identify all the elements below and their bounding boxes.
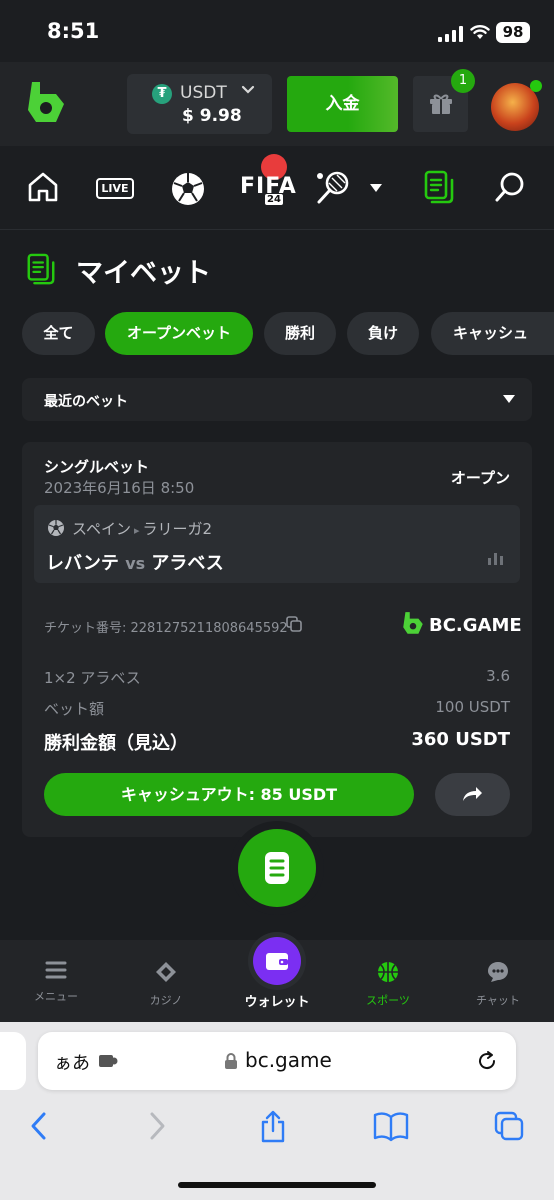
back-icon[interactable] — [28, 1110, 50, 1142]
share-icon[interactable] — [259, 1110, 287, 1144]
live-icon[interactable]: LIVE — [96, 178, 134, 199]
status-bar: 8:51 98 — [0, 0, 554, 62]
away-team: アラベス — [151, 553, 224, 574]
bookmarks-icon[interactable] — [373, 1110, 409, 1142]
cellular-signal-icon — [438, 26, 463, 42]
tabs-overview-icon[interactable] — [493, 1110, 525, 1142]
sports-basketball-icon — [378, 962, 398, 982]
gift-icon — [430, 94, 452, 114]
soccer-ball-icon[interactable] — [170, 171, 206, 207]
tab-menu[interactable]: メニュー — [16, 960, 96, 1004]
home-indicator — [178, 1182, 376, 1188]
dropdown-selected-value: 最近のベット — [44, 394, 128, 410]
bet-date: 2023年6月16日 8:50 — [44, 479, 195, 497]
caret-down-icon — [503, 395, 515, 403]
match-info[interactable]: スペイン ▸ ラリーガ2 レバンテ vs アラベス — [34, 505, 520, 583]
league-label: スペイン ▸ ラリーガ2 — [72, 518, 212, 539]
url-text: bc.game — [245, 1048, 332, 1072]
bet-status-badge: オープン — [450, 469, 510, 487]
battery-indicator: 98 — [496, 22, 530, 43]
chevron-down-icon — [241, 85, 255, 94]
online-status-dot — [530, 80, 542, 92]
gift-count-badge: 1 — [451, 69, 475, 93]
extension-puzzle-icon[interactable] — [98, 1053, 120, 1069]
stake-value: 100 USDT — [435, 698, 510, 716]
payout-label: 勝利金額（見込） — [44, 733, 188, 754]
tab-chat-label: チャット — [476, 994, 520, 1007]
home-team: レバンテ — [46, 553, 119, 574]
my-bets-title-icon — [27, 253, 55, 285]
share-bet-button[interactable] — [435, 773, 510, 816]
forward-icon[interactable] — [146, 1110, 168, 1142]
filter-won[interactable]: 勝利 — [264, 312, 336, 355]
sports-nav: LIVE FIFA 24 — [0, 146, 554, 230]
my-bets-icon[interactable] — [422, 170, 456, 206]
browser-toolbar: ぁあ bc.game — [0, 1022, 554, 1200]
tennis-racket-icon[interactable] — [315, 170, 351, 206]
usdt-coin-icon: ₮ — [152, 84, 172, 104]
payout-value: 360 USDT — [411, 729, 510, 750]
chat-bubble-icon — [488, 962, 508, 982]
breadcrumb-separator: ▸ — [133, 524, 140, 537]
tab-casino-label: カジノ — [149, 994, 183, 1007]
copy-icon[interactable] — [286, 616, 302, 632]
balance-amount: $ 9.98 — [182, 106, 242, 126]
filter-open-bets[interactable]: オープンベット — [105, 312, 253, 355]
tab-menu-label: メニュー — [34, 990, 78, 1003]
bc-game-logo-icon[interactable] — [26, 80, 66, 128]
bet-card: シングルベット 2023年6月16日 8:50 オープン スペイン ▸ ラリーガ2 … — [22, 442, 532, 837]
page-title: マイベット — [76, 258, 211, 289]
tab-sports[interactable]: スポーツ — [348, 960, 428, 1008]
lock-icon — [225, 1053, 237, 1069]
stats-bar-chart-icon[interactable] — [488, 551, 504, 565]
odds-value: 3.6 — [486, 667, 510, 685]
tab-casino[interactable]: カジノ — [126, 960, 206, 1008]
tab-sports-label: スポーツ — [366, 994, 410, 1007]
fifa-version-label: 24 — [265, 194, 283, 205]
ticket-number: チケット番号: 2281275211808645592 — [44, 621, 288, 636]
match-teams: レバンテ vs アラベス — [46, 549, 224, 575]
tab-chat[interactable]: チャット — [458, 960, 538, 1008]
filter-all[interactable]: 全て — [22, 312, 95, 355]
betslip-fab-button[interactable] — [238, 829, 316, 907]
home-icon[interactable] — [26, 170, 60, 204]
league-country: スペイン — [72, 520, 131, 538]
market-label: 1×2 アラベス — [44, 669, 141, 687]
menu-icon — [45, 961, 67, 979]
tab-wallet-label: ウォレット — [244, 995, 310, 1010]
bc-game-brand-icon — [403, 612, 423, 634]
reload-icon[interactable] — [476, 1050, 498, 1072]
previous-tab-preview[interactable] — [0, 1032, 26, 1090]
search-icon[interactable] — [494, 170, 528, 204]
tab-wallet[interactable] — [253, 937, 301, 985]
brand-name: BC.GAME — [429, 615, 522, 636]
page-settings-button[interactable]: ぁあ — [54, 1049, 90, 1075]
clock: 8:51 — [47, 19, 100, 43]
versus-label: vs — [125, 554, 146, 573]
more-sports-caret-icon[interactable] — [369, 183, 383, 193]
bet-type: シングルベット — [44, 458, 150, 476]
betslip-icon — [265, 852, 289, 884]
wallet-icon — [266, 953, 288, 970]
filter-cashout[interactable]: キャッシュ — [431, 312, 554, 355]
bet-sort-dropdown[interactable]: 最近のベット — [22, 378, 532, 421]
address-bar[interactable]: ぁあ bc.game — [38, 1032, 516, 1090]
cashout-button[interactable]: キャッシュアウト: 85 USDT — [44, 773, 414, 816]
filter-lost[interactable]: 負け — [347, 312, 419, 355]
wifi-icon — [470, 25, 490, 39]
stake-label: ベット額 — [44, 700, 105, 718]
soccer-ball-small-icon — [48, 520, 64, 536]
balance-selector[interactable]: ₮ USDT $ 9.98 — [127, 74, 272, 134]
casino-cards-icon — [156, 962, 176, 982]
deposit-button[interactable]: 入金 — [287, 76, 398, 132]
league-name: ラリーガ2 — [142, 520, 213, 538]
share-arrow-icon — [463, 787, 482, 801]
currency-label: USDT — [180, 83, 227, 103]
